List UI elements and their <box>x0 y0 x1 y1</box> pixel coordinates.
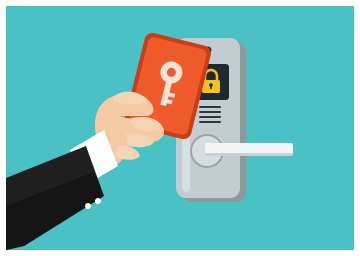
sleeve-button-icon <box>95 198 101 204</box>
sleeve-button-icon <box>85 203 91 209</box>
illustration-canvas <box>6 6 354 250</box>
page <box>0 0 360 256</box>
door-handle-shade <box>205 153 293 156</box>
